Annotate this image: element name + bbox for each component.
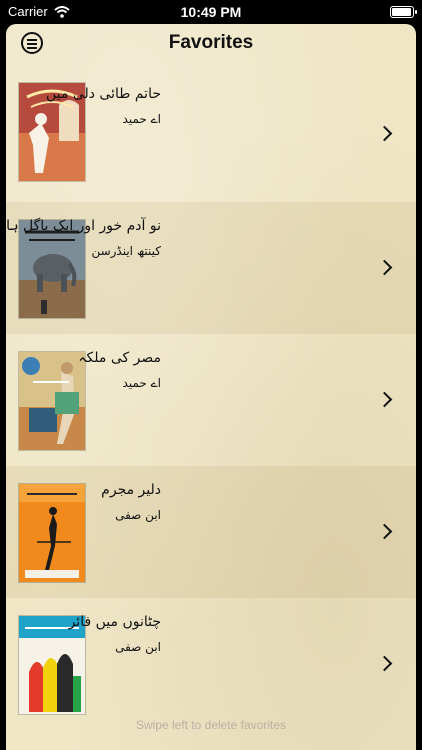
- favorite-row[interactable]: چٹانوں میں فائر ابن صفی: [6, 598, 416, 730]
- book-title: حاتم طائی دلی میں: [45, 86, 161, 102]
- book-title: چٹانوں میں فائر: [68, 614, 161, 630]
- favorite-row[interactable]: دلیر مجرم ابن صفی: [6, 466, 416, 598]
- favorites-list: حاتم طائی دلی میں اے حمید نو آدم خور اور…: [6, 70, 416, 730]
- favorite-row[interactable]: حاتم طائی دلی میں اے حمید: [6, 70, 416, 202]
- book-author: ابن صفی: [115, 508, 161, 522]
- chevron-right-icon: [376, 655, 393, 672]
- book-cover-image: [18, 351, 86, 451]
- battery-icon: [390, 6, 417, 18]
- chevron-right-icon: [376, 125, 393, 142]
- book-cover-image: [18, 483, 86, 583]
- favorite-row[interactable]: مصر کی ملکہ اے حمید: [6, 334, 416, 466]
- status-bar: Carrier 10:49 PM: [0, 0, 422, 24]
- book-title: دلیر مجرم: [101, 482, 161, 498]
- battery-level-fill: [392, 8, 411, 16]
- chevron-right-icon: [376, 259, 393, 276]
- navigation-bar: Favorites: [6, 24, 416, 62]
- book-author: اے حمید: [122, 112, 161, 126]
- clock: 10:49 PM: [180, 4, 242, 20]
- app-screen: Favorites حاتم طائی دلی میں اے حمید نو آ…: [6, 24, 416, 750]
- battery-indicator: [390, 6, 417, 18]
- book-author: ابن صفی: [115, 640, 161, 654]
- book-cover-image: [18, 615, 86, 715]
- page-title: Favorites: [168, 32, 254, 53]
- chevron-right-icon: [376, 523, 393, 540]
- book-author: کینتھ اینڈرسن: [91, 244, 161, 258]
- chevron-right-icon: [376, 391, 393, 408]
- book-title: نو آدم خور اور ایک پاگل ہاتھی: [6, 218, 161, 234]
- favorite-row[interactable]: نو آدم خور اور ایک پاگل ہاتھی کینتھ اینڈ…: [6, 202, 416, 334]
- book-author: اے حمید: [122, 376, 161, 390]
- swipe-hint: Swipe left to delete favorites: [135, 718, 287, 732]
- book-cover-image: [18, 219, 86, 319]
- book-title: مصر کی ملکہ: [78, 350, 161, 366]
